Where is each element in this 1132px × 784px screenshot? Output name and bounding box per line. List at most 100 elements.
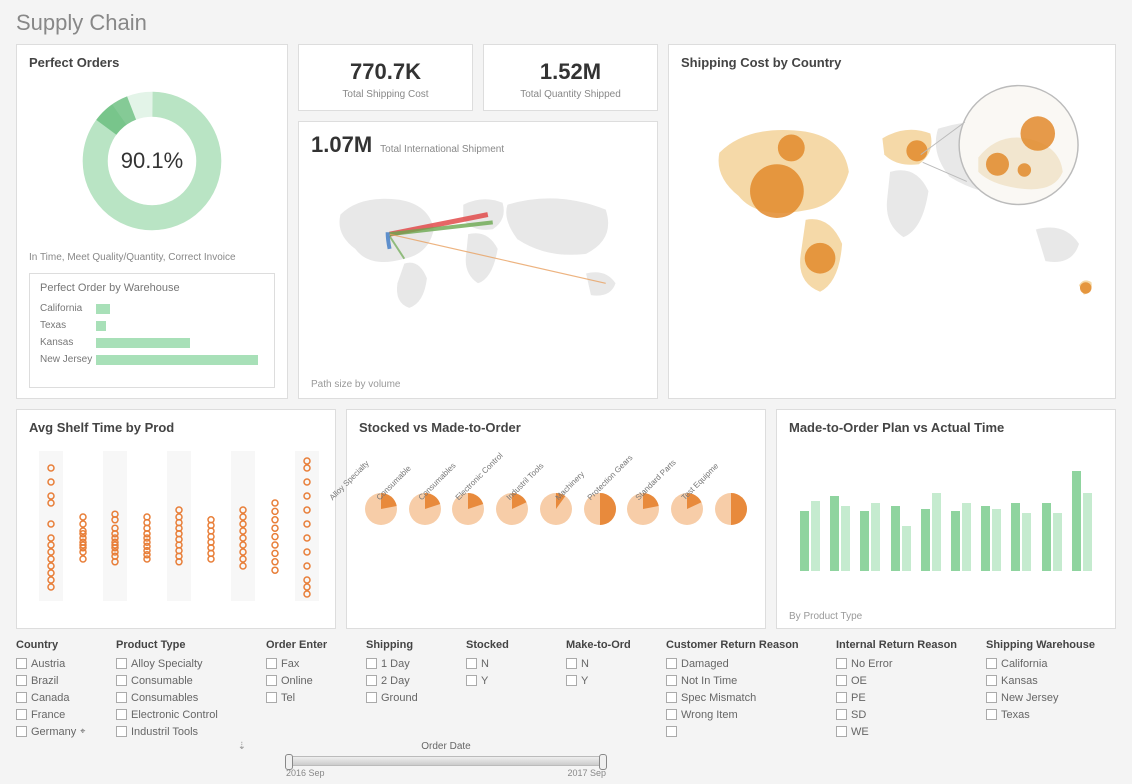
checkbox-icon[interactable]: [666, 658, 677, 669]
filter-option[interactable]: California: [986, 655, 1116, 672]
slider-handle-end[interactable]: [599, 754, 607, 770]
order-date-slider[interactable]: Order Date 2016 Sep2017 Sep: [286, 741, 606, 778]
checkbox-icon[interactable]: [366, 675, 377, 686]
checkbox-icon[interactable]: [836, 658, 847, 669]
filter-option[interactable]: SD: [836, 706, 966, 723]
filter-option[interactable]: Germany⌖: [16, 723, 96, 740]
checkbox-icon[interactable]: [366, 658, 377, 669]
filter-country: CountryAustriaBrazilCanadaFranceGermany⌖: [16, 639, 96, 752]
bar-pair[interactable]: [891, 506, 911, 571]
filter-option[interactable]: Electronic Control: [116, 706, 246, 723]
checkbox-icon[interactable]: [566, 675, 577, 686]
world-map[interactable]: [681, 76, 1103, 376]
filter-option[interactable]: PE: [836, 689, 966, 706]
checkbox-icon[interactable]: [986, 658, 997, 669]
filter-option[interactable]: OE: [836, 672, 966, 689]
perfect-orders-donut[interactable]: 90.1%: [29, 76, 275, 246]
warehouse-row[interactable]: Kansas: [40, 334, 264, 351]
slider-track[interactable]: [286, 756, 606, 766]
bar-pair[interactable]: [860, 503, 880, 571]
filter-option[interactable]: Ground: [366, 689, 446, 706]
filter-option[interactable]: Canada: [16, 689, 96, 706]
filter-option-label: Not In Time: [681, 675, 737, 687]
checkbox-icon[interactable]: [116, 709, 127, 720]
warehouse-row[interactable]: New Jersey: [40, 351, 264, 368]
checkbox-icon[interactable]: [266, 658, 277, 669]
checkbox-icon[interactable]: [16, 675, 27, 686]
bar-pair[interactable]: [951, 503, 971, 571]
slider-handle-start[interactable]: [285, 754, 293, 770]
filter-option[interactable]: Y: [566, 672, 646, 689]
checkbox-icon[interactable]: [836, 726, 847, 737]
checkbox-icon[interactable]: [986, 675, 997, 686]
stocked-pie-item[interactable]: Test Equipme: [711, 443, 751, 525]
kpi-shipping-cost[interactable]: 770.7K Total Shipping Cost: [298, 44, 473, 111]
checkbox-icon[interactable]: [666, 675, 677, 686]
kpi-quantity-shipped[interactable]: 1.52M Total Quantity Shipped: [483, 44, 658, 111]
filter-option[interactable]: N: [466, 655, 546, 672]
bar-pair[interactable]: [800, 501, 820, 571]
filter-option[interactable]: Industril Tools: [116, 723, 246, 740]
checkbox-icon[interactable]: [16, 692, 27, 703]
checkbox-icon[interactable]: [116, 726, 127, 737]
checkbox-icon[interactable]: [116, 658, 127, 669]
checkbox-icon[interactable]: [16, 726, 27, 737]
mto-bars[interactable]: [789, 441, 1103, 571]
filter-option[interactable]: Consumable: [116, 672, 246, 689]
filter-option[interactable]: Kansas: [986, 672, 1116, 689]
bar-pair[interactable]: [1011, 503, 1031, 571]
checkbox-icon[interactable]: [466, 675, 477, 686]
checkbox-icon[interactable]: [16, 658, 27, 669]
filter-option[interactable]: France: [16, 706, 96, 723]
bar-pair[interactable]: [1072, 471, 1092, 571]
filter-option[interactable]: Tel: [266, 689, 346, 706]
warehouse-bar: [96, 304, 110, 314]
warehouse-row[interactable]: Texas: [40, 317, 264, 334]
checkbox-icon[interactable]: [266, 692, 277, 703]
checkbox-icon[interactable]: [116, 675, 127, 686]
filter-option[interactable]: Damaged: [666, 655, 816, 672]
checkbox-icon[interactable]: [466, 658, 477, 669]
checkbox-icon[interactable]: [836, 675, 847, 686]
checkbox-icon[interactable]: [986, 709, 997, 720]
avg-shelf-time-scatter[interactable]: [29, 441, 329, 611]
warehouse-row[interactable]: California: [40, 300, 264, 317]
filter-option[interactable]: Brazil: [16, 672, 96, 689]
filter-option[interactable]: Consumables: [116, 689, 246, 706]
bar-pair[interactable]: [830, 496, 850, 571]
filter-option[interactable]: Spec Mismatch: [666, 689, 816, 706]
checkbox-icon[interactable]: [666, 692, 677, 703]
filter-option[interactable]: No Error: [836, 655, 966, 672]
filter-option[interactable]: Y: [466, 672, 546, 689]
filter-option[interactable]: [666, 723, 816, 740]
bar-pair[interactable]: [1042, 503, 1062, 571]
filter-option[interactable]: New Jersey: [986, 689, 1116, 706]
filter-option[interactable]: Austria: [16, 655, 96, 672]
filter-option[interactable]: 1 Day: [366, 655, 446, 672]
filter-option[interactable]: Fax: [266, 655, 346, 672]
checkbox-icon[interactable]: [836, 709, 847, 720]
filter-option[interactable]: Online: [266, 672, 346, 689]
checkbox-icon[interactable]: [566, 658, 577, 669]
filter-option[interactable]: N: [566, 655, 646, 672]
scroll-down-icon[interactable]: ⇣: [238, 741, 246, 752]
intl-shipment-map[interactable]: [311, 164, 645, 324]
checkbox-icon[interactable]: [836, 692, 847, 703]
checkbox-icon[interactable]: [16, 709, 27, 720]
checkbox-icon[interactable]: [366, 692, 377, 703]
filter-option[interactable]: WE: [836, 723, 966, 740]
filter-option[interactable]: Texas: [986, 706, 1116, 723]
stocked-pies[interactable]: Alloy Specialty Consumable Consumables E…: [359, 443, 753, 525]
mto-plan-actual-card: Made-to-Order Plan vs Actual Time By Pro…: [776, 409, 1116, 629]
checkbox-icon[interactable]: [266, 675, 277, 686]
checkbox-icon[interactable]: [986, 692, 997, 703]
filter-option[interactable]: 2 Day: [366, 672, 446, 689]
filter-option[interactable]: Not In Time: [666, 672, 816, 689]
checkbox-icon[interactable]: [666, 726, 677, 737]
checkbox-icon[interactable]: [666, 709, 677, 720]
filter-option[interactable]: Wrong Item: [666, 706, 816, 723]
bar-pair[interactable]: [921, 493, 941, 571]
bar-pair[interactable]: [981, 506, 1001, 571]
filter-option[interactable]: Alloy Specialty: [116, 655, 246, 672]
checkbox-icon[interactable]: [116, 692, 127, 703]
